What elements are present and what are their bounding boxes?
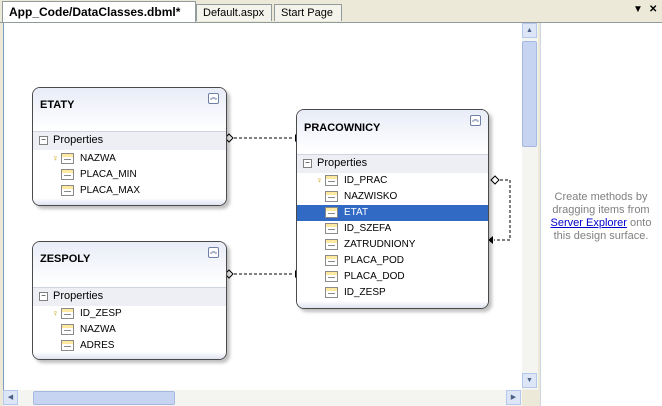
property-icon <box>61 324 74 335</box>
property-icon <box>61 169 74 180</box>
properties-section[interactable]: − Properties <box>297 154 488 173</box>
property-row[interactable]: ZATRUDNIONY <box>297 237 488 253</box>
property-row[interactable]: NAZWISKO <box>297 189 488 205</box>
minus-icon[interactable]: − <box>39 292 48 301</box>
methods-hint: Create methods by dragging items from Se… <box>545 191 657 243</box>
entity-title: PRACOWNICY <box>304 122 381 134</box>
property-icon <box>61 185 74 196</box>
server-explorer-link[interactable]: Server Explorer <box>551 217 627 229</box>
property-name: ID_PRAC <box>344 175 388 186</box>
minus-icon[interactable]: − <box>39 136 48 145</box>
tab-start-page[interactable]: Start Page <box>274 4 342 21</box>
entity-footer <box>33 352 226 359</box>
property-icon <box>61 153 74 164</box>
property-name: ID_ZESP <box>344 287 386 298</box>
entity-zespoly[interactable]: ZESPOLY ︽ − Properties ♀ ID_ZESP NAZWA A… <box>32 241 227 360</box>
property-name: ZATRUDNIONY <box>344 239 416 250</box>
methods-pane[interactable]: Create methods by dragging items from Se… <box>540 23 662 406</box>
properties-section[interactable]: − Properties <box>33 131 226 150</box>
property-name: NAZWA <box>80 153 116 164</box>
property-icon <box>325 223 338 234</box>
pracownicy-self-association <box>494 179 511 241</box>
scroll-right-icon[interactable]: ▶ <box>506 390 521 405</box>
property-icon <box>61 308 74 319</box>
property-row[interactable]: PLACA_MAX <box>33 183 226 199</box>
entity-title: ZESPOLY <box>40 253 91 265</box>
property-row-selected[interactable]: ETAT <box>297 205 488 221</box>
tab-dataclasses-dbml[interactable]: App_Code/DataClasses.dbml* <box>2 1 196 22</box>
property-icon <box>61 340 74 351</box>
primary-key-icon: ♀ <box>316 175 323 185</box>
tab-default-aspx[interactable]: Default.aspx <box>196 4 272 21</box>
collapse-icon[interactable]: ︽ <box>208 93 219 104</box>
primary-key-icon: ♀ <box>52 153 59 163</box>
property-name: ID_SZEFA <box>344 223 392 234</box>
design-surface[interactable]: ETATY ︽ − Properties ♀ NAZWA PLACA_MIN P… <box>3 23 522 390</box>
property-row[interactable]: PLACA_POD <box>297 253 488 269</box>
property-row[interactable]: ID_SZEFA <box>297 221 488 237</box>
horizontal-scroll-thumb[interactable] <box>33 391 175 405</box>
hint-text: Create methods by dragging items from <box>552 191 650 216</box>
property-name: PLACA_MIN <box>80 169 137 180</box>
property-icon <box>325 175 338 186</box>
property-icon <box>325 207 338 218</box>
property-name: ETAT <box>344 207 369 218</box>
entity-footer <box>33 198 226 205</box>
triangle-down-icon[interactable]: ▼ <box>633 4 643 15</box>
collapse-icon[interactable]: ︽ <box>470 115 481 126</box>
scroll-left-icon[interactable]: ◀ <box>3 390 18 405</box>
section-label: Properties <box>317 157 368 169</box>
property-name: ID_ZESP <box>80 308 122 319</box>
property-row[interactable]: PLACA_DOD <box>297 269 488 285</box>
entity-pracownicy[interactable]: PRACOWNICY ︽ − Properties ♀ ID_PRAC NAZW… <box>296 109 489 309</box>
minus-icon[interactable]: − <box>303 159 312 168</box>
property-row[interactable]: ID_ZESP <box>297 285 488 301</box>
property-row[interactable]: PLACA_MIN <box>33 167 226 183</box>
property-row[interactable]: ♀ ID_ZESP <box>33 306 226 322</box>
property-row[interactable]: ♀ NAZWA <box>33 151 226 167</box>
property-icon <box>325 191 338 202</box>
property-row[interactable]: NAZWA <box>33 322 226 338</box>
property-name: PLACA_POD <box>344 255 405 266</box>
section-label: Properties <box>53 290 104 302</box>
entity-title: ETATY <box>40 99 75 111</box>
document-tab-bar: App_Code/DataClasses.dbml* Default.aspx … <box>0 0 662 23</box>
vertical-scrollbar[interactable]: ▲ ▼ <box>522 23 538 390</box>
entity-footer <box>297 301 488 308</box>
property-name: PLACA_MAX <box>80 185 141 196</box>
x-icon[interactable]: ✕ <box>649 4 657 15</box>
property-name: NAZWISKO <box>344 191 398 202</box>
property-icon <box>325 255 338 266</box>
property-name: PLACA_DOD <box>344 271 405 282</box>
scroll-down-icon[interactable]: ▼ <box>522 373 537 388</box>
property-icon <box>325 287 338 298</box>
property-icon <box>325 271 338 282</box>
entity-etaty[interactable]: ETATY ︽ − Properties ♀ NAZWA PLACA_MIN P… <box>32 87 227 206</box>
scroll-up-icon[interactable]: ▲ <box>522 23 537 38</box>
property-row[interactable]: ♀ ID_PRAC <box>297 173 488 189</box>
property-name: ADRES <box>80 340 115 351</box>
horizontal-scrollbar[interactable]: ◀ ▶ <box>3 390 522 406</box>
primary-key-icon: ♀ <box>52 308 59 318</box>
association-diamond-icon <box>490 175 500 185</box>
vertical-scroll-thumb[interactable] <box>522 41 537 147</box>
property-name: NAZWA <box>80 324 116 335</box>
properties-section[interactable]: − Properties <box>33 287 226 306</box>
collapse-icon[interactable]: ︽ <box>208 247 219 258</box>
property-icon <box>325 239 338 250</box>
section-label: Properties <box>53 134 104 146</box>
